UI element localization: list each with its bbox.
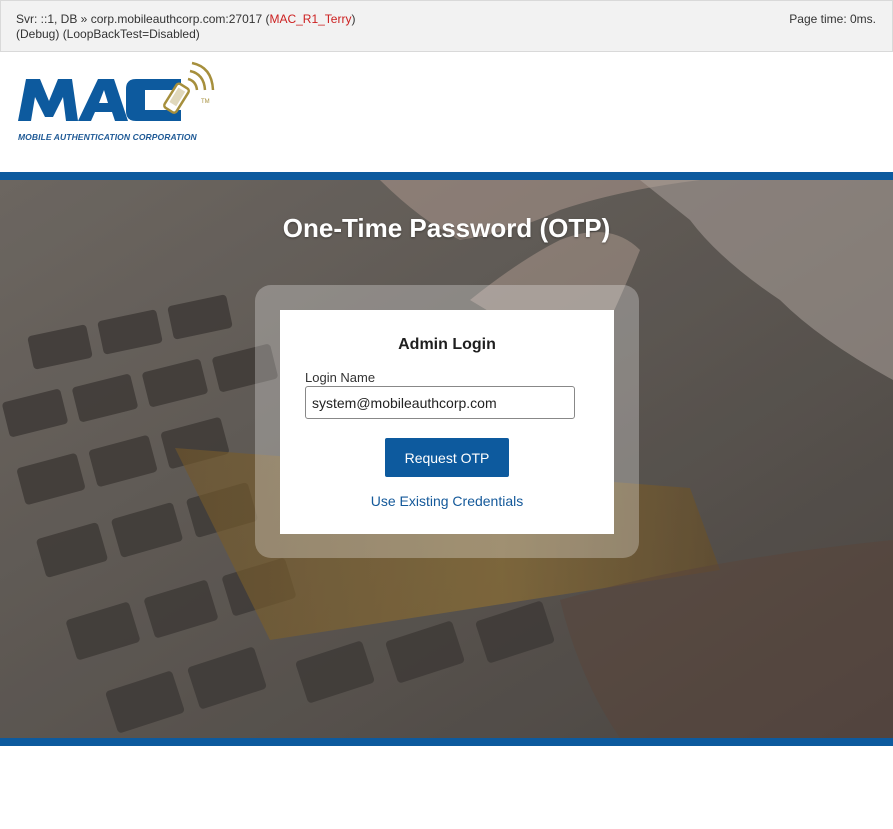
login-name-label: Login Name — [305, 370, 376, 385]
page-time: Page time: 0ms. — [789, 12, 876, 26]
blue-band-top — [0, 172, 893, 180]
login-title: Admin Login — [398, 336, 496, 353]
trademark-mark: TM — [201, 99, 210, 105]
login-card: Admin Login Login Name Request OTP Use E… — [280, 310, 614, 534]
debug-user: MAC_R1_Terry — [269, 12, 352, 26]
debug-bar: Svr: ::1, DB » corp.mobileauthcorp.com:2… — [0, 0, 893, 52]
server-suffix: ) — [351, 12, 356, 26]
server-prefix: Svr: ::1, DB » corp.mobileauthcorp.com:2… — [16, 12, 270, 26]
use-existing-credentials-link[interactable]: Use Existing Credentials — [280, 493, 614, 509]
blue-band-bottom — [0, 738, 893, 746]
site-header: TM MOBILE AUTHENTICATION CORPORATION — [0, 52, 893, 172]
mac-logo-mark: TM — [18, 61, 215, 121]
debug-mode: (Debug) (LoopBackTest=Disabled) — [16, 27, 200, 41]
login-name-input[interactable] — [305, 386, 575, 419]
hero-banner: One-Time Password (OTP) Admin Login Logi… — [0, 180, 893, 738]
logo-caption: MOBILE AUTHENTICATION CORPORATION — [18, 132, 197, 142]
server-info: Svr: ::1, DB » corp.mobileauthcorp.com:2… — [16, 12, 355, 42]
request-otp-button[interactable]: Request OTP — [385, 438, 509, 477]
page-title: One-Time Password (OTP) — [282, 213, 611, 243]
mac-logo[interactable]: TM MOBILE AUTHENTICATION CORPORATION — [16, 59, 216, 142]
